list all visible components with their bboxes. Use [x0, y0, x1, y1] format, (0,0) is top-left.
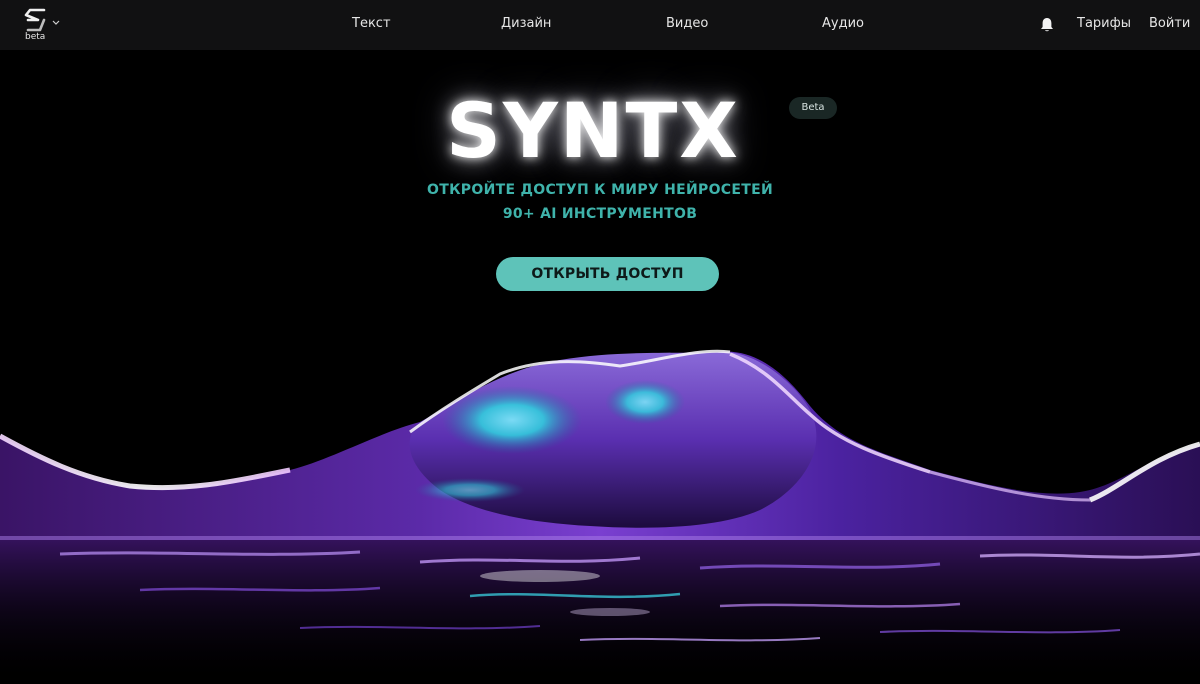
- nav-video[interactable]: Видео: [666, 16, 708, 31]
- logo-beta-label: beta: [25, 32, 46, 42]
- nav-design[interactable]: Дизайн: [501, 16, 551, 31]
- nav-audio[interactable]: Аудио: [822, 16, 864, 31]
- open-access-button[interactable]: ОТКРЫТЬ ДОСТУП: [496, 257, 719, 291]
- hero-title: SYNTX: [446, 86, 740, 175]
- hero-tagline: ОТКРОЙТЕ ДОСТУП К МИРУ НЕЙРОСЕТЕЙ: [427, 182, 773, 198]
- nav-plans[interactable]: Тарифы: [1077, 16, 1131, 31]
- hero-subtagline: 90+ AI ИНСТРУМЕНТОВ: [502, 206, 698, 222]
- chevron-down-icon[interactable]: [52, 20, 60, 26]
- landing-page: beta Текст Дизайн Видео Аудио Тарифы Вой…: [0, 0, 1200, 684]
- syntx-logo-icon: [24, 8, 46, 32]
- hero-title-wrap: SYNTX: [0, 86, 1200, 176]
- bell-icon[interactable]: [1038, 16, 1056, 34]
- logo[interactable]: beta: [22, 8, 62, 44]
- login-link[interactable]: Войти: [1149, 16, 1190, 31]
- beta-badge: Beta: [789, 97, 837, 119]
- nav-text[interactable]: Текст: [352, 16, 391, 31]
- abstract-wave-illustration: [0, 349, 1200, 684]
- top-navigation-bar: beta Текст Дизайн Видео Аудио Тарифы Вой…: [0, 0, 1200, 50]
